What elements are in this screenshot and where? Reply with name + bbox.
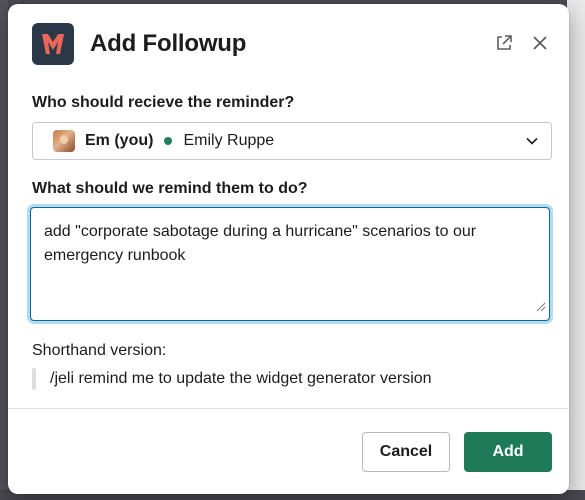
- quote-bar: [32, 368, 36, 390]
- add-button[interactable]: Add: [464, 432, 552, 472]
- recipient-you-label: Em (you): [85, 132, 154, 149]
- recipient-label: Who should recieve the reminder?: [32, 94, 295, 111]
- chevron-down-icon: [525, 134, 539, 153]
- task-textarea[interactable]: add "corporate sabotage during a hurrica…: [30, 207, 550, 321]
- external-link-icon[interactable]: [493, 32, 515, 54]
- recipient-select[interactable]: Em (you) Emily Ruppe: [32, 122, 552, 160]
- cancel-button[interactable]: Cancel: [362, 432, 450, 472]
- modal-header: Add Followup: [8, 4, 569, 84]
- background-app-left: [0, 0, 8, 500]
- avatar: [53, 130, 75, 152]
- close-icon[interactable]: [529, 32, 551, 54]
- background-app-right: [567, 0, 585, 500]
- footer-divider: [8, 408, 569, 409]
- presence-indicator: [164, 137, 173, 145]
- recipient-name: Emily Ruppe: [183, 132, 275, 149]
- add-followup-modal: Add Followup Who should recieve the remi…: [8, 4, 569, 494]
- resize-grip-icon[interactable]: [536, 299, 546, 317]
- shorthand-label: Shorthand version:: [32, 342, 167, 359]
- app-logo-icon: [32, 23, 74, 65]
- task-label: What should we remind them to do?: [32, 180, 308, 197]
- shorthand-quote: /jeli remind me to update the widget gen…: [32, 368, 432, 390]
- task-text: add "corporate sabotage during a hurrica…: [44, 223, 477, 264]
- modal-title: Add Followup: [90, 30, 247, 57]
- shorthand-command: /jeli remind me to update the widget gen…: [50, 370, 432, 387]
